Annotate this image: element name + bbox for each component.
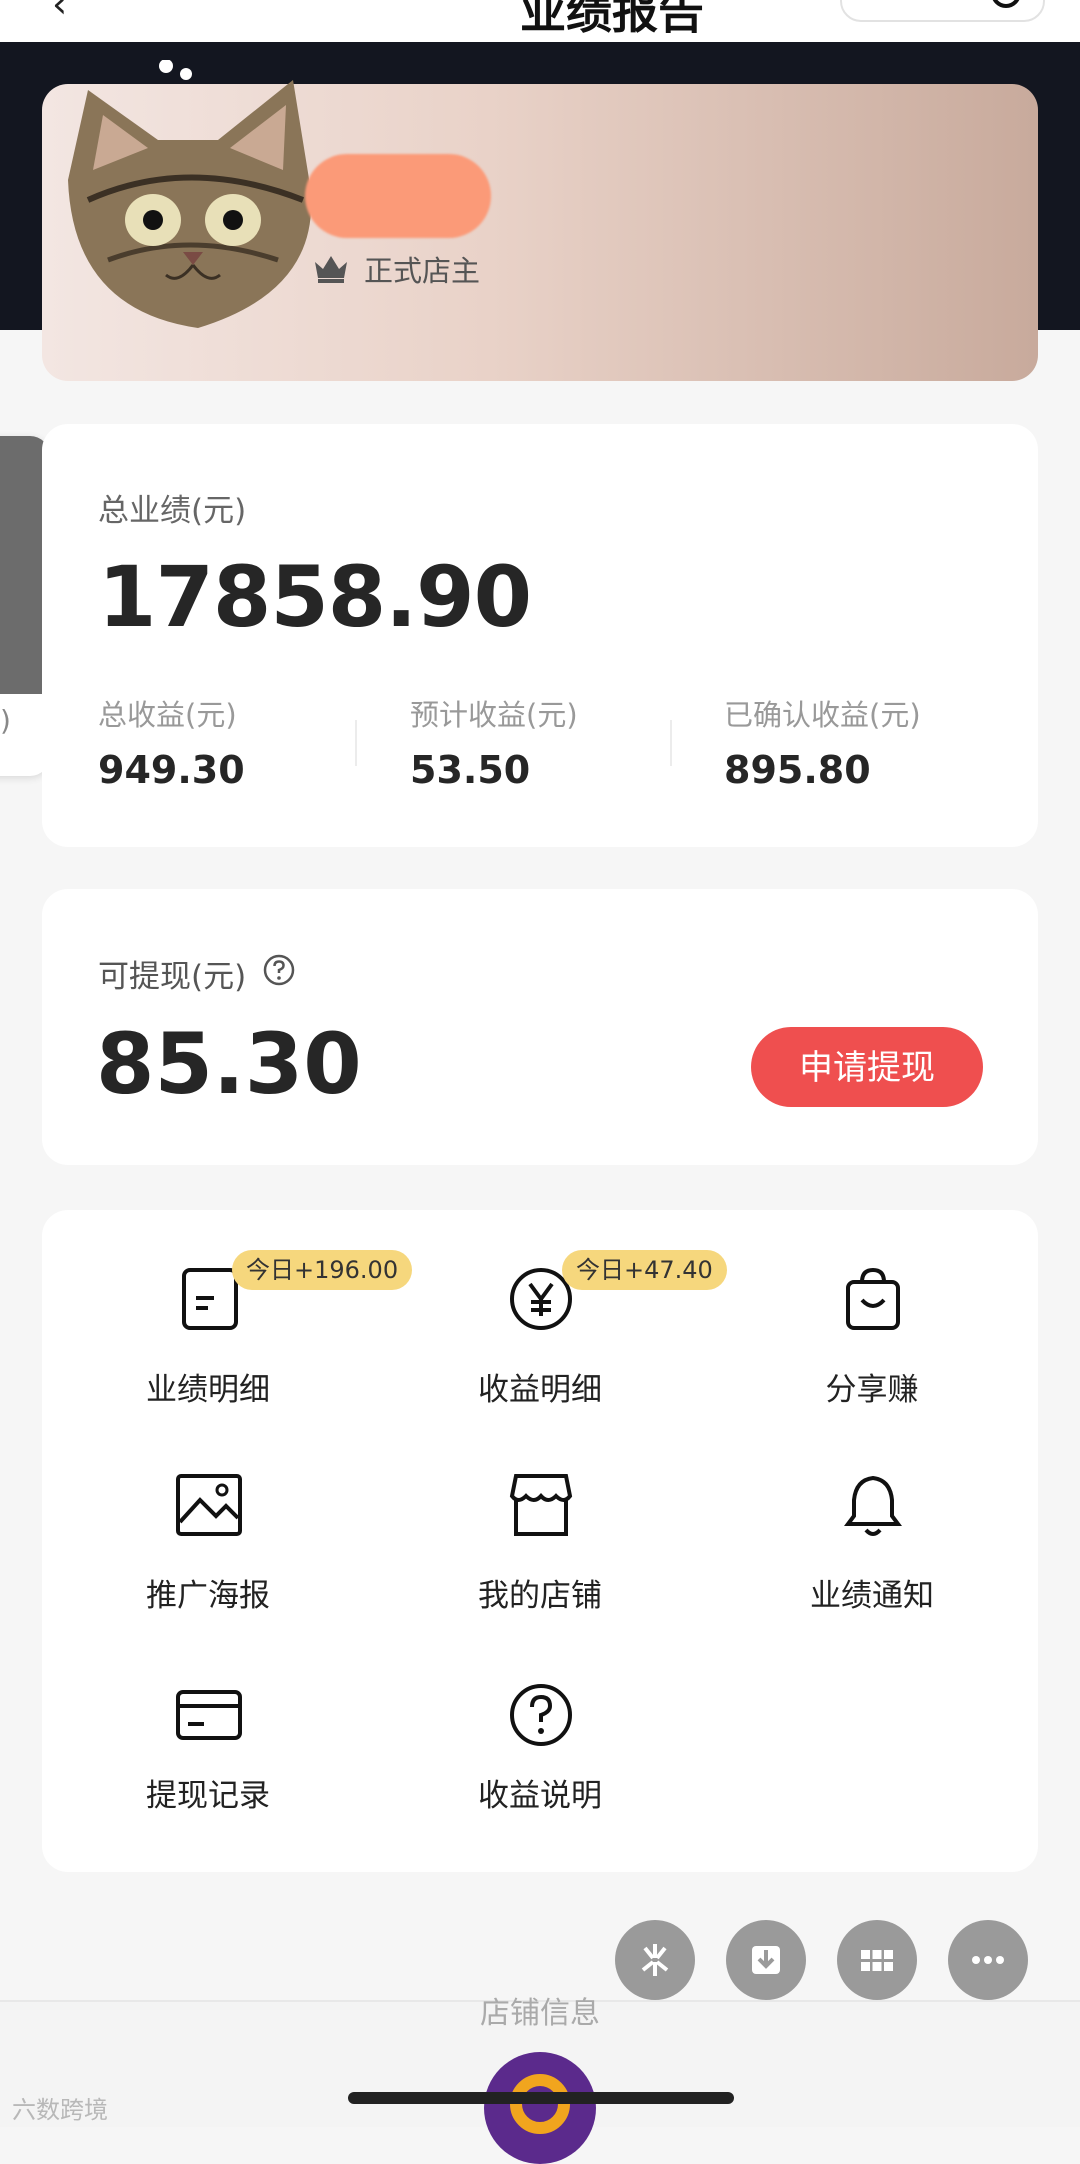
username-redacted [305, 154, 491, 238]
menu-item-withdraw-records[interactable]: 提现记录 [48, 1680, 368, 1850]
shopping-bag-icon [846, 1267, 900, 1330]
avatar[interactable] [48, 60, 330, 360]
grid-icon [861, 1950, 893, 1971]
app-logo-icon[interactable] [484, 2052, 596, 2164]
divider [670, 720, 672, 766]
shop-info-label[interactable]: 店铺信息 [0, 1988, 1080, 2032]
crown-icon [315, 256, 347, 283]
menu-item-label: 收益明细 [478, 1372, 602, 1408]
home-indicator [348, 2092, 734, 2104]
withdrawable-value: 85.30 [96, 1015, 362, 1113]
question-circle-icon[interactable] [262, 953, 296, 987]
store-icon [509, 1474, 573, 1536]
image-icon [176, 1474, 242, 1536]
miniprogram-capsule[interactable] [840, 0, 1045, 22]
total-performance-label: 总业绩(元) [98, 493, 247, 529]
bell-icon [844, 1475, 902, 1536]
page-title: 业绩报告 [520, 0, 704, 39]
menu-item-promo-poster[interactable]: 推广海报 [48, 1470, 368, 1640]
menu-item-label: 推广海报 [146, 1578, 270, 1614]
divider [355, 720, 357, 766]
menu-item-my-store[interactable]: 我的店铺 [380, 1470, 700, 1640]
menu-item-label: 我的店铺 [478, 1578, 602, 1614]
nav-bar: ‹ 业绩报告 [0, 0, 1080, 42]
menu-item-label: 业绩明细 [146, 1372, 270, 1408]
confirmed-income-value: 895.80 [724, 748, 871, 792]
help-icon [510, 1684, 572, 1746]
download-icon [752, 1946, 780, 1974]
menu-item-label: 提现记录 [146, 1778, 270, 1814]
total-performance-value: 17858.90 [98, 548, 532, 646]
menu-item-share-earn[interactable]: 分享赚 [712, 1264, 1032, 1434]
menu-item-performance-notice[interactable]: 业绩通知 [712, 1470, 1032, 1640]
watermark: 六数跨境 [12, 2096, 108, 2124]
back-arrow-icon[interactable]: ‹ [52, 0, 67, 26]
menu-item-label: 收益说明 [478, 1778, 602, 1814]
menu-item-label: 分享赚 [825, 1372, 919, 1408]
sparkle-icon [641, 1944, 669, 1976]
menu-item-label: 业绩通知 [810, 1578, 934, 1614]
card-icon [176, 1690, 242, 1740]
estimated-income-label: 预计收益(元) [410, 698, 578, 732]
today-badge: 今日+47.40 [562, 1250, 727, 1290]
apply-withdraw-button[interactable]: 申请提现 [751, 1027, 983, 1107]
estimated-income-value: 53.50 [410, 748, 531, 792]
shop-level-label: 正式店主 [364, 254, 481, 288]
total-income-label: 总收益(元) [98, 698, 237, 732]
close-circle-icon[interactable] [991, 0, 1021, 8]
withdrawable-label: 可提现(元) [98, 959, 247, 995]
total-income-value: 949.30 [98, 748, 245, 792]
menu-item-income-explanation[interactable]: 收益说明 [380, 1680, 700, 1850]
more-icon [972, 1956, 1004, 1964]
confirmed-income-label: 已确认收益(元) [724, 698, 921, 732]
